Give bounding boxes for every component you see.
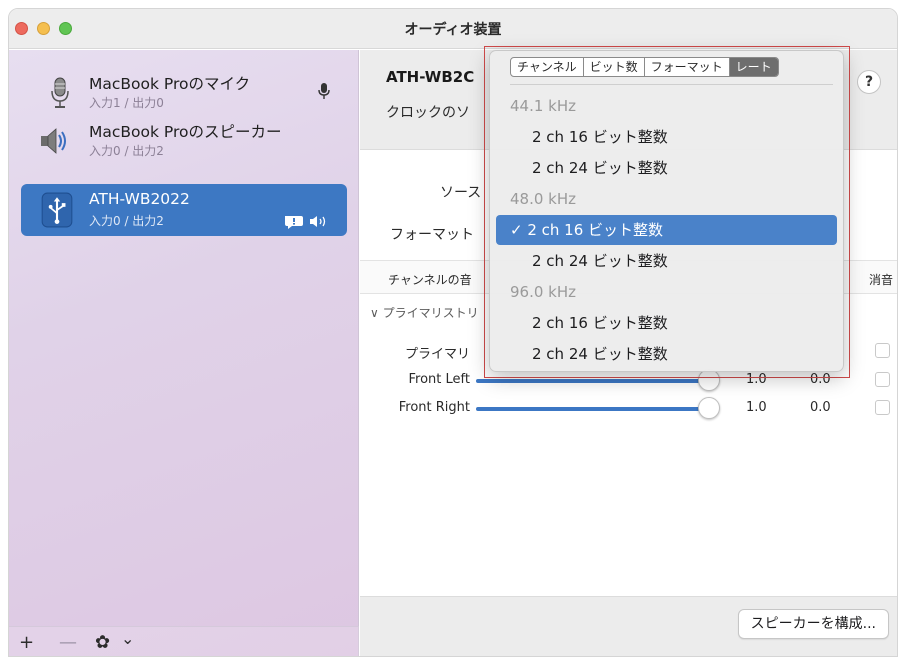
rate-header-44-1: 44.1 kHz	[510, 97, 577, 115]
usb-icon	[41, 192, 73, 228]
status-badges	[285, 216, 326, 229]
channel-name: プライマリ	[404, 347, 470, 362]
mute-checkbox[interactable]	[875, 372, 890, 387]
add-device-button[interactable]: +	[19, 632, 34, 653]
device-io: 入力0 / 出力2	[89, 144, 164, 158]
format-option-selected[interactable]: ✓ 2 ch 16 ビット整数	[496, 215, 837, 245]
volume-row-front-right: Front Right 1.0 0.0	[360, 397, 897, 419]
alert-badge-icon	[285, 216, 303, 229]
sidebar-footer: + — ✿ ⌄	[9, 626, 359, 656]
format-option[interactable]: 2 ch 16 ビット整数	[496, 122, 837, 152]
device-item-ath-wb2022[interactable]: ATH-WB2022 入力0 / 出力2	[21, 184, 347, 236]
device-item-macbook-speaker[interactable]: MacBook Proのスピーカー 入力0 / 出力2	[21, 114, 347, 166]
rate-header-48-0: 48.0 kHz	[510, 190, 577, 208]
format-option[interactable]: 2 ch 24 ビット整数	[496, 153, 837, 183]
mute-checkbox[interactable]	[875, 343, 890, 358]
device-name: ATH-WB2022	[89, 190, 190, 208]
device-sidebar: MacBook Proのマイク 入力1 / 出力0 MacBook Proのスピ…	[9, 50, 359, 656]
remove-device-button[interactable]: —	[59, 632, 77, 653]
device-name: MacBook Proのマイク	[89, 75, 251, 93]
volume-slider-knob[interactable]	[698, 397, 720, 419]
device-item-macbook-mic[interactable]: MacBook Proのマイク 入力1 / 出力0	[21, 66, 347, 118]
format-label: フォーマット	[390, 227, 474, 243]
chevron-down-icon[interactable]: ⌄	[121, 629, 134, 648]
tab-bit-depth[interactable]: ビット数	[584, 58, 645, 76]
channel-name: Front Left	[408, 372, 470, 387]
volume-value: 1.0	[746, 400, 767, 415]
mute-column: 消音	[868, 273, 893, 287]
tab-channel[interactable]: チャンネル	[511, 58, 584, 76]
speaker-icon	[41, 128, 66, 154]
configure-speakers-button[interactable]: スピーカーを構成...	[737, 609, 889, 639]
mute-checkbox[interactable]	[875, 400, 890, 415]
window-title: オーディオ装置	[404, 22, 502, 38]
channel-name: Front Right	[398, 400, 470, 415]
main-footer: スピーカーを構成...	[360, 596, 897, 656]
sort-segmented-control: チャンネル ビット数 フォーマット レート	[510, 57, 779, 77]
format-dropdown-menu: チャンネル ビット数 フォーマット レート 44.1 kHz 2 ch 16 ビ…	[489, 50, 844, 372]
gear-icon[interactable]: ✿	[95, 632, 110, 653]
help-button[interactable]: ?	[857, 70, 881, 94]
volume-slider-track[interactable]	[476, 379, 706, 383]
device-name: MacBook Proのスピーカー	[89, 123, 282, 141]
format-dropdown-highlight: チャンネル ビット数 フォーマット レート 44.1 kHz 2 ch 16 ビ…	[484, 46, 850, 378]
device-title: ATH-WB2C	[386, 68, 475, 86]
device-io: 入力0 / 出力2	[89, 214, 164, 228]
menu-divider	[510, 84, 833, 85]
primary-stream-group[interactable]: ∨ プライマリストリ	[370, 304, 479, 321]
microphone-icon	[51, 77, 69, 108]
channel-volume-column: チャンネルの音	[388, 273, 472, 287]
tab-rate[interactable]: レート	[729, 58, 778, 76]
format-option[interactable]: 2 ch 24 ビット整数	[496, 246, 837, 276]
title-bar: オーディオ装置	[9, 9, 897, 49]
source-label: ソース	[440, 185, 482, 201]
output-speaker-icon	[310, 216, 326, 227]
volume-slider-track[interactable]	[476, 407, 706, 411]
clock-source-label: クロックのソ	[386, 105, 470, 121]
mic-badge-icon	[318, 83, 330, 99]
db-value: 0.0	[810, 400, 831, 415]
format-option[interactable]: 2 ch 16 ビット整数	[496, 308, 837, 338]
device-io: 入力1 / 出力0	[89, 96, 164, 110]
tab-format[interactable]: フォーマット	[645, 58, 730, 76]
rate-header-96-0: 96.0 kHz	[510, 283, 577, 301]
format-option[interactable]: 2 ch 24 ビット整数	[496, 339, 837, 369]
